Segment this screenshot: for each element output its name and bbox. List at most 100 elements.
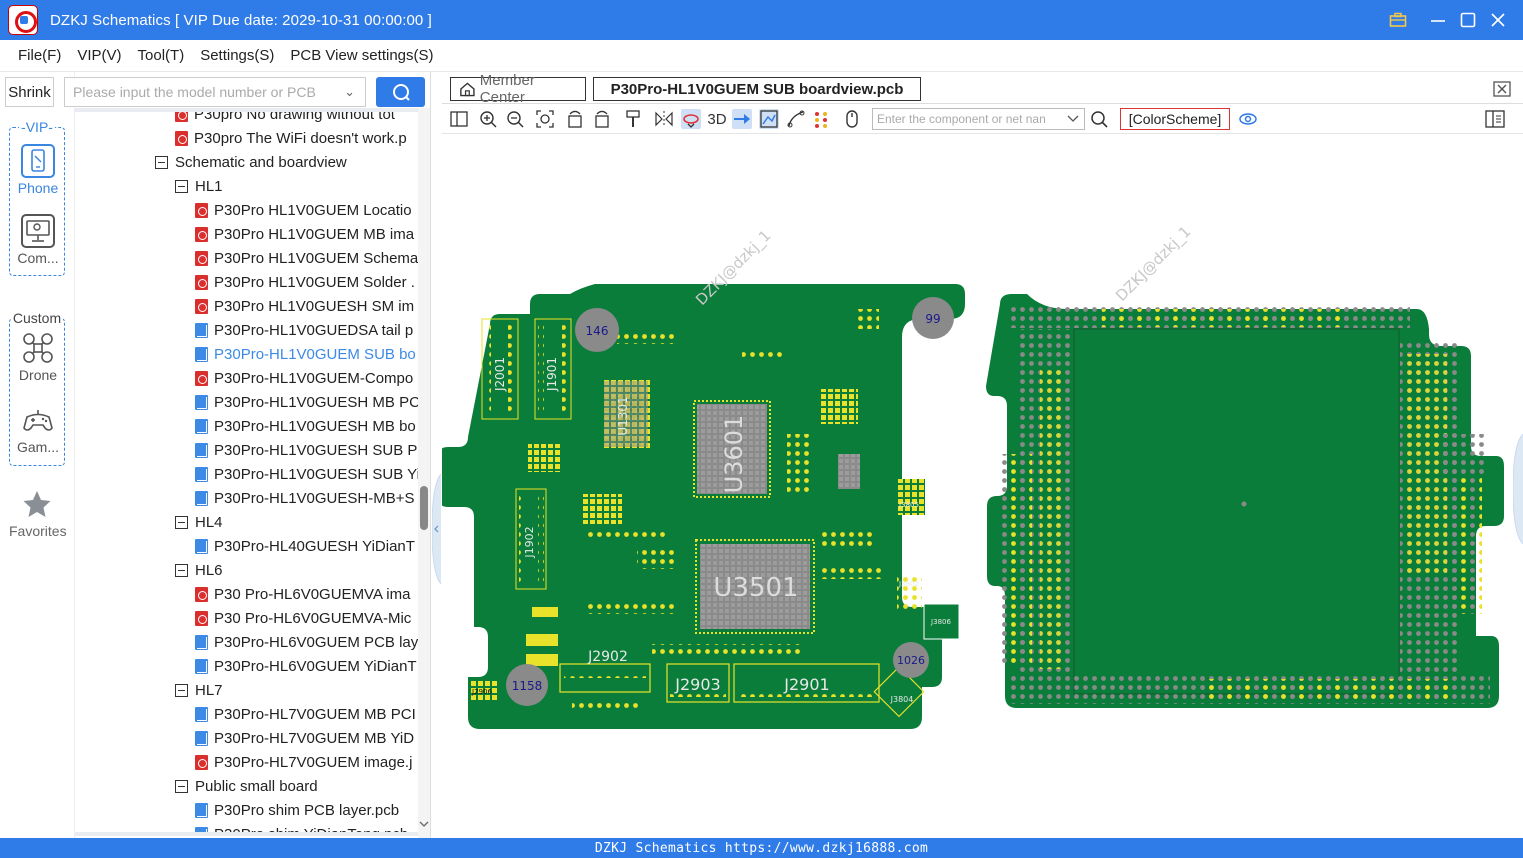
color-scheme-button[interactable]: [ColorScheme] xyxy=(1120,108,1230,130)
tree-file[interactable]: P30Pro-HL1V0GUEDSA tail p xyxy=(195,318,413,342)
menu-pcb-view-settings[interactable]: PCB View settings(S) xyxy=(290,47,433,64)
model-search-input[interactable]: Please input the model number or PCB ⌄ xyxy=(64,77,366,107)
pads-grid-icon[interactable] xyxy=(812,109,832,129)
paint-brush-icon[interactable] xyxy=(623,109,643,129)
tree-item-label: Schematic and boardview xyxy=(175,153,347,171)
tree-folder[interactable]: HL1 xyxy=(175,174,223,198)
view-3d-button[interactable]: 3D xyxy=(706,109,728,129)
menu-file[interactable]: File(F) xyxy=(18,47,61,64)
fit-view-icon[interactable] xyxy=(535,109,555,129)
rail-game[interactable]: Gam... xyxy=(10,403,66,455)
tree-file[interactable]: P30 Pro-HL6V0GUEMVA ima xyxy=(195,582,410,606)
close-tab-icon[interactable] xyxy=(1493,81,1511,97)
panel-splitter[interactable] xyxy=(430,72,442,838)
tree-file[interactable]: P30Pro-HL1V0GUESH SUB P xyxy=(195,438,417,462)
side-panel-icon[interactable] xyxy=(1485,109,1505,129)
rail-computer[interactable]: Com... xyxy=(10,214,66,266)
tree-file[interactable]: P30Pro-HL1V0GUEM SUB bo xyxy=(195,342,416,366)
label-j2901: J2901 xyxy=(783,675,829,694)
chevron-down-icon[interactable] xyxy=(1067,115,1079,124)
mirror-icon[interactable] xyxy=(654,109,674,129)
collapse-icon[interactable] xyxy=(155,155,168,169)
tree-file[interactable]: P30Pro HL1V0GUESH SM im xyxy=(195,294,414,318)
menu-vip[interactable]: VIP(V) xyxy=(77,47,121,64)
net-highlight-icon[interactable] xyxy=(759,109,779,129)
tree-file[interactable]: P30Pro-HL40GUESH YiDianT xyxy=(195,534,415,558)
tree-file[interactable]: P30Pro-HL7V0GUEM MB YiD xyxy=(195,726,414,750)
tree-file[interactable]: P30Pro shim PCB layer.pcb xyxy=(195,798,399,822)
home-icon xyxy=(460,82,475,97)
menu-settings[interactable]: Settings(S) xyxy=(200,47,274,64)
tree-file[interactable]: P30Pro-HL7V0GUEM MB PCI xyxy=(195,702,416,726)
tree-file[interactable]: P30Pro shim YiDianTong.pcb xyxy=(195,822,408,832)
scroll-down-icon[interactable] xyxy=(419,819,429,829)
collapse-handle-icon[interactable] xyxy=(432,474,442,584)
trace-icon[interactable] xyxy=(786,109,806,129)
right-collapse-handle-icon[interactable] xyxy=(1513,434,1523,544)
tree-folder[interactable]: HL4 xyxy=(175,510,223,534)
tree-scrollbar[interactable] xyxy=(418,108,430,838)
pcb-canvas[interactable]: 146 99 1158 1026 U3601 U3501 J2903 J2901… xyxy=(438,134,1523,838)
search-button[interactable] xyxy=(376,77,425,107)
tree-file[interactable]: P30Pro HL1V0GUEM Locatio xyxy=(195,198,412,222)
minimize-icon[interactable] xyxy=(1423,0,1453,40)
toolbox-icon[interactable] xyxy=(1383,0,1413,40)
tab-boardview-file[interactable]: P30Pro-HL1V0GUEM SUB boardview.pcb xyxy=(593,77,921,101)
flip-board-icon[interactable] xyxy=(681,109,701,129)
tab-member-center[interactable]: Member Center xyxy=(450,72,586,106)
tree-file[interactable]: P30Pro-HL1V0GUESH MB PC xyxy=(195,390,418,414)
tree-file[interactable]: P30Pro-HL6V0GUEM PCB lay xyxy=(195,630,418,654)
collapse-icon[interactable] xyxy=(175,779,188,793)
pcb-file-icon xyxy=(195,466,208,482)
tree-file[interactable]: P30Pro-HL6V0GUEM YiDianT xyxy=(195,654,417,678)
tree-scrollbar-thumb[interactable] xyxy=(420,486,428,530)
zoom-out-icon[interactable] xyxy=(505,109,525,129)
tree-folder[interactable]: HL7 xyxy=(175,678,223,702)
tree-folder[interactable]: Public small board xyxy=(175,774,318,798)
chevron-down-icon[interactable]: ⌄ xyxy=(344,84,355,100)
maximize-icon[interactable] xyxy=(1453,0,1483,40)
tree-file[interactable]: P30Pro-HL7V0GUEM image.j xyxy=(195,750,412,774)
split-view-icon[interactable] xyxy=(449,109,469,129)
rail-favorites[interactable]: Favorites xyxy=(9,489,67,539)
tree-file[interactable]: P30Pro-HL1V0GUEM-Compo xyxy=(195,366,413,390)
collapse-icon[interactable] xyxy=(175,563,188,577)
rotate-right-icon[interactable] xyxy=(592,109,612,129)
tree-file[interactable]: P30 Pro-HL6V0GUEMVA-Mic xyxy=(195,606,411,630)
tree-folder[interactable]: HL6 xyxy=(175,558,223,582)
pdf-file-icon xyxy=(195,610,208,626)
eye-icon[interactable] xyxy=(1238,109,1258,129)
tree-item-label: HL7 xyxy=(195,681,223,699)
pdf-file-icon xyxy=(175,112,188,122)
pcb-drawing[interactable]: 146 99 1158 1026 U3601 U3501 J2903 J2901… xyxy=(438,134,1523,838)
mouse-icon[interactable] xyxy=(842,109,862,129)
label-j2902: J2902 xyxy=(587,649,628,665)
tree-file[interactable]: P30Pro HL1V0GUEM Schema xyxy=(195,246,418,270)
rail-drone[interactable]: Drone xyxy=(10,331,66,383)
rail-phone[interactable]: Phone xyxy=(10,144,66,196)
collapse-icon[interactable] xyxy=(175,515,188,529)
tree-file[interactable]: P30Pro HL1V0GUEM Solder . xyxy=(195,270,415,294)
menu-tool[interactable]: Tool(T) xyxy=(138,47,185,64)
window-title: DZKJ Schematics [ VIP Due date: 2029-10-… xyxy=(50,11,432,29)
tree-file[interactable]: P30Pro HL1V0GUEM MB ima xyxy=(195,222,414,246)
tree-item-label: P30Pro-HL7V0GUEM MB PCI xyxy=(214,705,416,723)
tree-file[interactable]: P30Pro-HL1V0GUESH MB bo xyxy=(195,414,416,438)
tree-file[interactable]: P30pro No drawing without tot xyxy=(175,112,395,126)
shrink-button[interactable]: Shrink xyxy=(5,77,54,107)
arrow-tool-icon[interactable] xyxy=(732,109,752,129)
tree-file[interactable]: P30Pro-HL1V0GUESH-MB+S xyxy=(195,486,415,510)
custom-label: Custom xyxy=(10,310,64,326)
pcb-file-icon xyxy=(195,634,208,650)
rotate-left-icon[interactable] xyxy=(565,109,585,129)
component-search-input[interactable]: Enter the component or net nan xyxy=(872,108,1085,130)
component-search-icon[interactable] xyxy=(1089,109,1109,129)
tree-item-label: Public small board xyxy=(195,777,318,795)
collapse-icon[interactable] xyxy=(175,683,188,697)
tree-file[interactable]: P30pro The WiFi doesn't work.p xyxy=(175,126,407,150)
tree-folder[interactable]: Schematic and boardview xyxy=(155,150,347,174)
tree-file[interactable]: P30Pro-HL1V0GUESH SUB Yi xyxy=(195,462,418,486)
close-icon[interactable] xyxy=(1483,0,1513,40)
collapse-icon[interactable] xyxy=(175,179,188,193)
zoom-in-icon[interactable] xyxy=(478,109,498,129)
